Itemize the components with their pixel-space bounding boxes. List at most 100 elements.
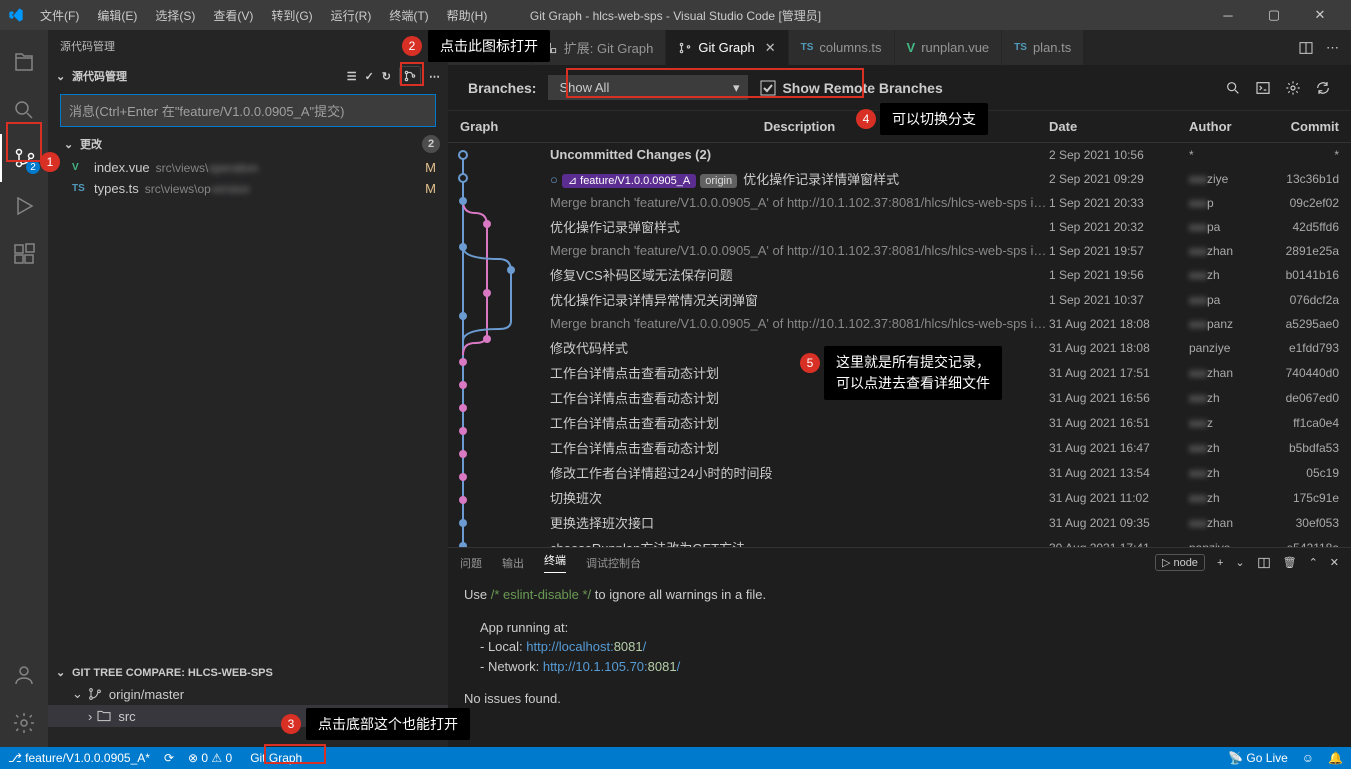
close-tab-icon[interactable]: ✕ bbox=[765, 40, 776, 56]
tree-branch-row[interactable]: ⌄ origin/master bbox=[48, 683, 448, 705]
minimize-button[interactable]: ─ bbox=[1205, 0, 1251, 30]
commit-icon[interactable]: ✓ bbox=[365, 70, 374, 83]
panel-tab[interactable]: 调试控制台 bbox=[586, 555, 641, 571]
status-bell-icon[interactable]: 🔔 bbox=[1328, 751, 1343, 765]
terminal-shell-selector[interactable]: ▷ node bbox=[1155, 554, 1205, 571]
file-path: src\views\opversion bbox=[145, 182, 250, 196]
status-sync[interactable]: ⟳ bbox=[164, 751, 174, 765]
status-feedback-icon[interactable]: ☺ bbox=[1302, 751, 1314, 765]
sidebar-title: 源代码管理 bbox=[48, 30, 448, 62]
menu-item[interactable]: 编辑(E) bbox=[89, 3, 145, 28]
branch-icon bbox=[87, 686, 103, 702]
commit-row[interactable]: Merge branch 'feature/V1.0.0.0905_A' of … bbox=[448, 239, 1351, 262]
settings-icon[interactable] bbox=[0, 699, 48, 747]
refresh-icon[interactable]: ↻ bbox=[382, 70, 391, 83]
scm-section-header[interactable]: ⌄ 源代码管理 ☰ ✓ ↻ ⋯ bbox=[48, 62, 448, 90]
commit-row[interactable]: 优化操作记录详情异常情况关闭弹窗1 Sep 2021 10:37xxxpa076… bbox=[448, 287, 1351, 312]
file-status: M bbox=[425, 160, 436, 175]
search-icon[interactable] bbox=[0, 86, 48, 134]
scm-section-label: 源代码管理 bbox=[72, 68, 127, 84]
status-problems[interactable]: ⊗ 0 ⚠ 0 bbox=[188, 751, 232, 765]
file-path: src\views\operation bbox=[156, 161, 259, 175]
menu-item[interactable]: 转到(G) bbox=[263, 3, 320, 28]
split-terminal-icon[interactable] bbox=[1257, 556, 1271, 570]
menu-item[interactable]: 查看(V) bbox=[205, 3, 261, 28]
commit-row[interactable]: 优化操作记录弹窗样式1 Sep 2021 20:32xxxpa42d5ffd6 bbox=[448, 214, 1351, 239]
refresh-icon[interactable] bbox=[1315, 80, 1331, 96]
new-terminal-icon[interactable]: + bbox=[1217, 557, 1223, 569]
git-tree-compare-header[interactable]: ⌄ GIT TREE COMPARE: HLCS-WEB-SPS bbox=[48, 662, 448, 683]
editor-tab[interactable]: TScolumns.ts bbox=[789, 30, 895, 65]
search-icon[interactable] bbox=[1225, 80, 1241, 96]
view-as-tree-icon[interactable]: ☰ bbox=[347, 70, 357, 83]
close-button[interactable]: ✕ bbox=[1297, 0, 1343, 30]
extensions-icon[interactable] bbox=[0, 230, 48, 278]
changes-header[interactable]: ⌄ 更改 2 bbox=[48, 131, 448, 157]
commit-hash: ff1ca0e4 bbox=[1269, 416, 1339, 430]
commit-row[interactable]: 切换班次31 Aug 2021 11:02xxxzh175c91e bbox=[448, 485, 1351, 510]
more-tab-actions-icon[interactable]: ⋯ bbox=[1326, 40, 1339, 56]
commit-row[interactable]: 工作台详情点击查看动态计划31 Aug 2021 16:47xxxzhb5bdf… bbox=[448, 435, 1351, 460]
editor-tab[interactable]: TSplan.ts bbox=[1002, 30, 1084, 65]
commit-date: 31 Aug 2021 16:56 bbox=[1049, 391, 1189, 405]
file-change-row[interactable]: TStypes.tssrc\views\opversionM bbox=[48, 178, 448, 199]
account-icon[interactable] bbox=[0, 651, 48, 699]
commit-row[interactable]: ○⊿ feature/V1.0.0.0905_Aorigin优化操作记录详情弹窗… bbox=[448, 166, 1351, 191]
editor-tab[interactable]: 扩展: Git Graph bbox=[532, 30, 667, 65]
annotation-badge-4: 4 bbox=[856, 109, 876, 129]
kill-terminal-icon[interactable]: 🗑 bbox=[1283, 556, 1297, 569]
run-debug-icon[interactable] bbox=[0, 182, 48, 230]
branches-dropdown[interactable]: Show All ▾ bbox=[548, 75, 748, 100]
status-gitgraph[interactable]: Git Graph bbox=[246, 751, 306, 765]
commit-row[interactable]: chooseRunplan方法改为GET方法30 Aug 2021 17:41p… bbox=[448, 535, 1351, 547]
commit-description: 更换选择班次接口 bbox=[550, 513, 1049, 532]
commit-row[interactable]: Merge branch 'feature/V1.0.0.0905_A' of … bbox=[448, 191, 1351, 214]
commit-description: Merge branch 'feature/V1.0.0.0905_A' of … bbox=[550, 243, 1049, 258]
file-name: types.ts bbox=[94, 181, 139, 196]
menu-item[interactable]: 运行(R) bbox=[323, 3, 380, 28]
chevron-down-icon: ⌄ bbox=[64, 138, 76, 151]
changes-count: 2 bbox=[422, 135, 440, 153]
terminal-dropdown-icon[interactable]: ⌄ bbox=[1235, 556, 1244, 569]
close-panel-icon[interactable]: ✕ bbox=[1330, 556, 1339, 569]
commit-description: 工作台详情点击查看动态计划 bbox=[550, 438, 1049, 457]
status-branch[interactable]: ⎇ feature/V1.0.0.0905_A* bbox=[8, 751, 150, 765]
split-editor-icon[interactable] bbox=[1298, 40, 1314, 56]
editor-tab[interactable]: Git Graph✕ bbox=[666, 30, 788, 65]
panel-tab[interactable]: 终端 bbox=[544, 552, 566, 573]
commit-author: xxxziye bbox=[1189, 172, 1269, 186]
gitgraph-body[interactable]: Uncommitted Changes (2)2 Sep 2021 10:56*… bbox=[448, 143, 1351, 547]
maximize-panel-icon[interactable]: ⌃ bbox=[1309, 556, 1318, 569]
commit-hash: a5295ae0 bbox=[1269, 317, 1339, 331]
more-actions-icon[interactable]: ⋯ bbox=[429, 70, 440, 83]
show-remote-checkbox[interactable]: Show Remote Branches bbox=[760, 80, 942, 96]
menu-item[interactable]: 帮助(H) bbox=[439, 3, 496, 28]
panel-tab[interactable]: 问题 bbox=[460, 555, 482, 571]
commit-message-input[interactable]: 消息(Ctrl+Enter 在"feature/V1.0.0.0905_A"提交… bbox=[60, 94, 436, 127]
commit-row[interactable]: 更换选择班次接口31 Aug 2021 09:35xxxzhan30ef053 bbox=[448, 510, 1351, 535]
menu-item[interactable]: 终端(T) bbox=[381, 3, 436, 28]
file-change-row[interactable]: Vindex.vuesrc\views\operationM bbox=[48, 157, 448, 178]
settings-icon[interactable] bbox=[1285, 80, 1301, 96]
menu-item[interactable]: 选择(S) bbox=[147, 3, 203, 28]
file-icon: TS bbox=[72, 183, 88, 194]
commit-row[interactable]: 工作台详情点击查看动态计划31 Aug 2021 16:51xxxzff1ca0… bbox=[448, 410, 1351, 435]
terminal-icon[interactable] bbox=[1255, 80, 1271, 96]
menu-item[interactable]: 文件(F) bbox=[32, 3, 87, 28]
editor-tab[interactable]: Vrunplan.vue bbox=[895, 30, 1003, 65]
commit-description: 切换班次 bbox=[550, 488, 1049, 507]
panel-tab[interactable]: 输出 bbox=[502, 555, 524, 571]
tree-src-label: src bbox=[118, 709, 135, 724]
commit-row[interactable]: 修改工作者台详情超过24小时的时间段31 Aug 2021 13:54xxxzh… bbox=[448, 460, 1351, 485]
commit-row[interactable]: Merge branch 'feature/V1.0.0.0905_A' of … bbox=[448, 312, 1351, 335]
commit-hash: 740440d0 bbox=[1269, 366, 1339, 380]
commit-row[interactable]: 修复VCS补码区域无法保存问题1 Sep 2021 19:56xxxzhb014… bbox=[448, 262, 1351, 287]
commit-hash: 30ef053 bbox=[1269, 516, 1339, 530]
terminal-output[interactable]: Use /* eslint-disable */ to ignore all w… bbox=[448, 577, 1351, 747]
commit-row[interactable]: Uncommitted Changes (2)2 Sep 2021 10:56*… bbox=[448, 143, 1351, 166]
status-golive[interactable]: 📡 Go Live bbox=[1228, 751, 1288, 765]
git-graph-icon[interactable] bbox=[399, 66, 421, 86]
explorer-icon[interactable] bbox=[0, 38, 48, 86]
maximize-button[interactable]: ▢ bbox=[1251, 0, 1297, 30]
file-name: index.vue bbox=[94, 160, 150, 175]
